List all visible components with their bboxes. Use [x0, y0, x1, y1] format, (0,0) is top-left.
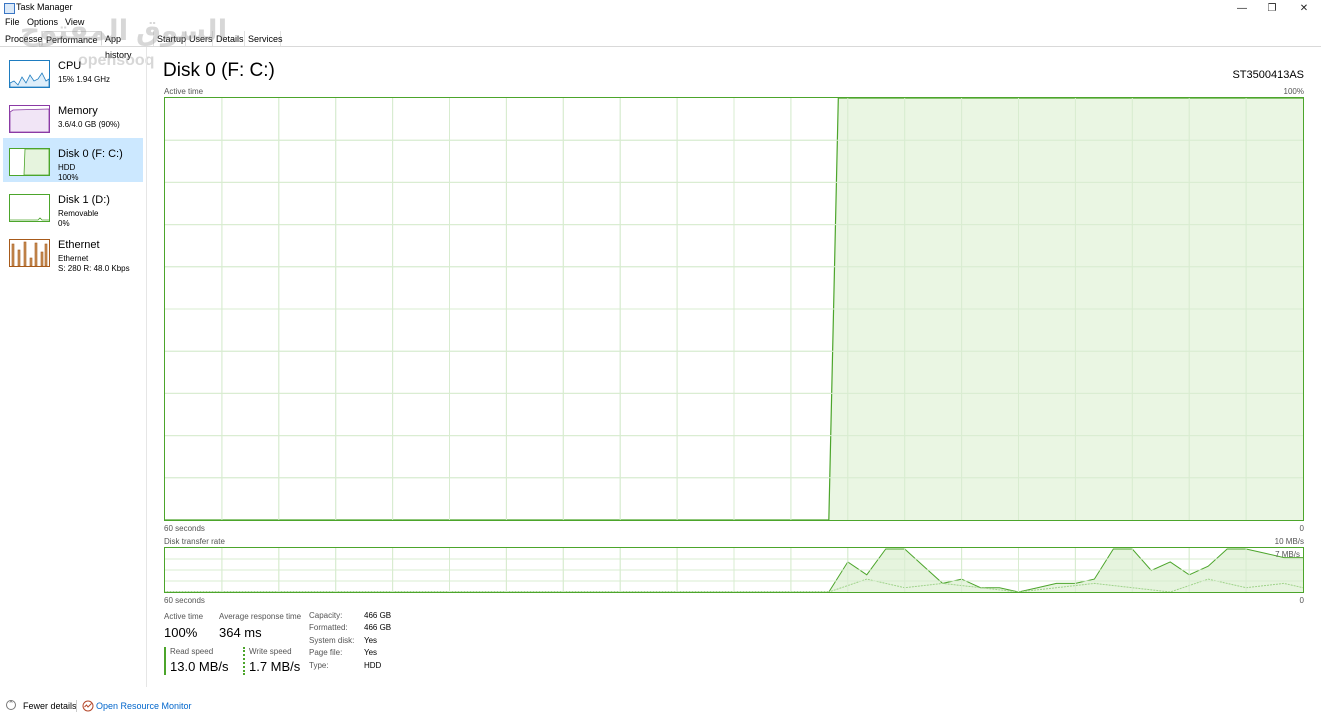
disk-model: ST3500413AS: [1232, 69, 1304, 81]
response-time-stat-label: Average response time: [219, 612, 302, 621]
sidebar-item-disk1[interactable]: Disk 1 (D:) Removable 0%: [3, 184, 143, 228]
formatted-value: 466 GB: [364, 623, 392, 632]
response-time-stat-value: 364 ms: [219, 625, 262, 640]
footer-divider: [76, 700, 77, 712]
fewer-details-button[interactable]: Fewer details: [23, 701, 77, 711]
page-title: Disk 0 (F: C:): [163, 60, 275, 81]
type-label: Type:: [309, 661, 329, 670]
chevron-up-icon[interactable]: ⌃: [6, 700, 16, 710]
sidebar-item-detail: 3.6/4.0 GB (90%): [58, 120, 120, 129]
sidebar-item-detail: Ethernet: [58, 254, 89, 263]
menu-file[interactable]: File: [5, 17, 20, 27]
disk1-thumbnail-graph: [9, 194, 50, 222]
write-speed-value: 1.7 MB/s: [249, 659, 301, 674]
active-time-stat-label: Active time: [164, 612, 204, 621]
page-file-label: Page file:: [309, 648, 343, 657]
read-speed-marker: [164, 647, 166, 675]
transfer-min-label: 0: [1299, 596, 1304, 605]
sidebar-item-detail: HDD: [58, 163, 76, 172]
cpu-thumbnail-graph: [9, 60, 50, 88]
resource-monitor-icon[interactable]: [82, 699, 94, 712]
watermark-logo: السوق المفتوح: [20, 15, 228, 46]
sidebar-item-label: Ethernet: [58, 239, 100, 251]
disk0-thumbnail-graph: [9, 148, 50, 176]
active-time-chart: [164, 97, 1304, 521]
window-title: Task Manager: [16, 2, 73, 12]
sidebar-item-value: 0%: [58, 219, 70, 228]
write-speed-label: Write speed: [249, 647, 292, 656]
sidebar-item-label: Memory: [58, 105, 98, 117]
sidebar-item-detail: 15% 1.94 GHz: [58, 75, 111, 84]
active-time-max-label: 100%: [1283, 87, 1304, 96]
sidebar-item-label: CPU: [58, 60, 82, 72]
task-manager-app-icon: [4, 3, 15, 14]
transfer-chart-label: Disk transfer rate: [164, 537, 225, 546]
active-time-min-label: 0: [1299, 524, 1304, 533]
memory-thumbnail-graph: [9, 105, 50, 133]
page-file-value: Yes: [364, 648, 378, 657]
ethernet-thumbnail-graph: [9, 239, 50, 267]
transfer-max-label: 10 MB/s: [1274, 537, 1304, 546]
read-speed-value: 13.0 MB/s: [170, 659, 229, 674]
active-time-span-label: 60 seconds: [164, 524, 205, 533]
sidebar-item-label: Disk 0 (F: C:): [58, 148, 123, 160]
system-disk-label: System disk:: [309, 636, 355, 645]
active-time-stat-value: 100%: [164, 625, 198, 640]
close-button[interactable]: ✕: [1290, 0, 1318, 16]
sidebar-item-detail: Removable: [58, 209, 99, 218]
footer: ⌃ Fewer details Open Resource Monitor: [0, 694, 1321, 718]
type-value: HDD: [364, 661, 382, 670]
sidebar-item-disk0[interactable]: Disk 0 (F: C:) HDD 100%: [3, 138, 143, 182]
tab-services[interactable]: Services: [245, 31, 283, 46]
sidebar-item-value: S: 280 R: 48.0 Kbps: [58, 264, 130, 273]
formatted-label: Formatted:: [309, 623, 348, 632]
sidebar-item-value: 100%: [58, 173, 79, 182]
transfer-sub-label: 7 MB/s: [1275, 550, 1300, 559]
capacity-label: Capacity:: [309, 611, 343, 620]
transfer-rate-chart: 7 MB/s: [164, 547, 1304, 593]
system-disk-value: Yes: [364, 636, 378, 645]
sidebar-item-label: Disk 1 (D:): [58, 194, 110, 206]
transfer-span-label: 60 seconds: [164, 596, 205, 605]
read-speed-label: Read speed: [170, 647, 214, 656]
performance-sidebar: CPU 15% 1.94 GHz Memory 3.6/4.0 GB (90%)…: [0, 47, 147, 687]
write-speed-marker: [243, 647, 245, 675]
restore-button[interactable]: ❐: [1258, 0, 1286, 16]
active-time-chart-label: Active time: [164, 87, 204, 96]
sidebar-item-memory[interactable]: Memory 3.6/4.0 GB (90%): [3, 95, 143, 139]
sidebar-item-ethernet[interactable]: Ethernet Ethernet S: 280 R: 48.0 Kbps: [3, 229, 143, 273]
open-resource-monitor-link[interactable]: Open Resource Monitor: [96, 701, 192, 711]
capacity-value: 466 GB: [364, 611, 392, 620]
sidebar-item-cpu[interactable]: CPU 15% 1.94 GHz: [3, 50, 143, 94]
minimize-button[interactable]: —: [1228, 0, 1256, 16]
